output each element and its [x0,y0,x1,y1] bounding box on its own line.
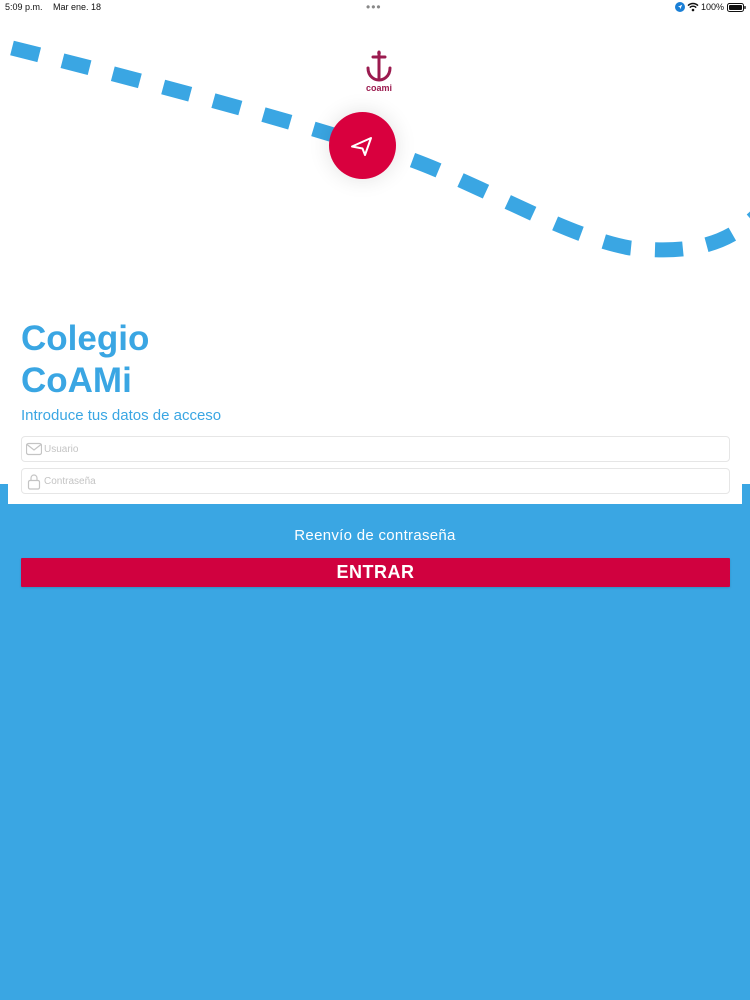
login-subtitle: Introduce tus datos de acceso [21,407,222,424]
username-field[interactable] [21,436,730,462]
navigation-arrow-icon [351,137,372,156]
logo-text: coami [365,83,392,93]
anchor-cross-icon [366,50,392,82]
coami-logo: coami [355,50,403,96]
lock-icon [27,474,41,490]
title-line-1: Colegio [21,319,150,358]
page-title: Colegio CoAMi [21,318,149,402]
envelope-icon [26,442,42,456]
password-field[interactable] [21,468,730,494]
resend-password-link[interactable]: Reenvío de contraseña [0,527,750,544]
title-line-2: CoAMi [21,361,132,400]
navigation-button[interactable] [329,112,396,179]
password-input[interactable] [44,469,724,493]
enter-button[interactable]: ENTRAR [21,558,730,587]
username-input[interactable] [44,437,724,461]
